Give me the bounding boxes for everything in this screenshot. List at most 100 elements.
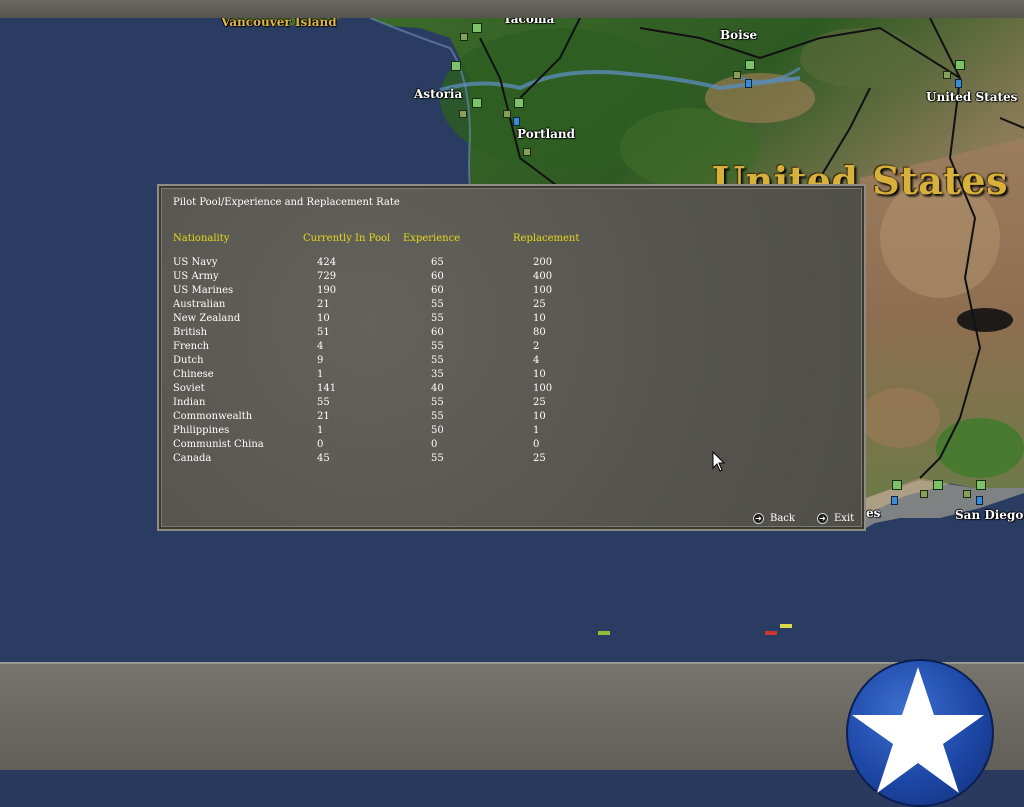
table-cell-replacement: 1: [533, 425, 540, 436]
table-cell-pool: 1: [317, 425, 324, 436]
unit-marker[interactable]: [514, 98, 524, 108]
table-cell-experience: 55: [431, 453, 444, 464]
map-label-tacoma: Tacoma: [503, 18, 555, 26]
port-marker[interactable]: [955, 79, 962, 88]
unit-marker[interactable]: [976, 480, 986, 490]
table-cell-replacement: 25: [533, 397, 546, 408]
column-header-nationality: Nationality: [173, 233, 230, 244]
map-label-astoria: Astoria: [414, 87, 463, 101]
table-cell-replacement: 100: [533, 285, 553, 296]
table-cell-replacement: 80: [533, 327, 546, 338]
port-marker[interactable]: [745, 79, 752, 88]
pilot-pool-dialog: Pilot Pool/Experience and Replacement Ra…: [157, 184, 866, 531]
table-cell-nationality: French: [173, 341, 210, 352]
base-marker[interactable]: [459, 110, 467, 118]
table-cell-nationality: US Navy: [173, 257, 218, 268]
base-marker[interactable]: [460, 33, 468, 41]
table-cell-experience: 55: [431, 355, 444, 366]
table-cell-nationality: Australian: [173, 299, 226, 310]
table-cell-nationality: US Marines: [173, 285, 234, 296]
ship-icon[interactable]: [780, 624, 792, 628]
table-cell-pool: 21: [317, 299, 330, 310]
back-button-label: Back: [770, 513, 795, 524]
table-cell-pool: 51: [317, 327, 330, 338]
base-marker[interactable]: [920, 490, 928, 498]
unit-marker[interactable]: [451, 61, 461, 71]
table-cell-nationality: Chinese: [173, 369, 214, 380]
table-cell-replacement: 400: [533, 271, 553, 282]
table-cell-replacement: 0: [533, 439, 540, 450]
table-cell-nationality: Indian: [173, 397, 206, 408]
back-button[interactable]: ➔ Back: [753, 513, 795, 524]
base-marker[interactable]: [943, 71, 951, 79]
base-marker[interactable]: [733, 71, 741, 79]
map-label-united-states: United States: [926, 90, 1018, 104]
unit-marker[interactable]: [955, 60, 965, 70]
table-cell-pool: 190: [317, 285, 337, 296]
table-cell-nationality: Communist China: [173, 439, 264, 450]
base-marker[interactable]: [963, 490, 971, 498]
table-cell-experience: 55: [431, 341, 444, 352]
map-label-los-angeles-fragment: es: [866, 506, 881, 520]
table-cell-experience: 55: [431, 397, 444, 408]
top-bar: [0, 0, 1024, 19]
table-cell-experience: 60: [431, 271, 444, 282]
table-cell-pool: 55: [317, 397, 330, 408]
column-header-pool: Currently In Pool: [303, 233, 391, 244]
unit-marker[interactable]: [472, 23, 482, 33]
table-cell-experience: 35: [431, 369, 444, 380]
base-marker[interactable]: [503, 110, 511, 118]
map-label-portland: Portland: [517, 127, 576, 141]
table-cell-replacement: 25: [533, 299, 546, 310]
table-cell-nationality: Dutch: [173, 355, 204, 366]
unit-marker[interactable]: [892, 480, 902, 490]
arrow-right-icon: ➔: [753, 513, 764, 524]
table-cell-pool: 0: [317, 439, 324, 450]
exit-button-label: Exit: [834, 513, 855, 524]
port-marker[interactable]: [513, 117, 520, 126]
table-cell-experience: 40: [431, 383, 444, 394]
table-cell-pool: 10: [317, 313, 330, 324]
table-cell-replacement: 4: [533, 355, 540, 366]
table-cell-experience: 65: [431, 257, 444, 268]
port-marker[interactable]: [976, 496, 983, 505]
arrow-right-icon: ➔: [817, 513, 828, 524]
table-cell-experience: 55: [431, 313, 444, 324]
ship-icon[interactable]: [598, 631, 610, 635]
table-cell-experience: 0: [431, 439, 438, 450]
table-cell-nationality: Soviet: [173, 383, 205, 394]
table-cell-experience: 55: [431, 411, 444, 422]
unit-marker[interactable]: [472, 98, 482, 108]
exit-button[interactable]: ➔ Exit: [817, 513, 854, 524]
table-cell-replacement: 100: [533, 383, 553, 394]
base-marker[interactable]: [523, 148, 531, 156]
table-cell-pool: 141: [317, 383, 337, 394]
table-cell-replacement: 10: [533, 313, 546, 324]
unit-marker[interactable]: [933, 480, 943, 490]
table-cell-nationality: Commonwealth: [173, 411, 253, 422]
table-cell-nationality: Philippines: [173, 425, 230, 436]
table-cell-pool: 729: [317, 271, 337, 282]
table-cell-replacement: 10: [533, 411, 546, 422]
table-cell-replacement: 10: [533, 369, 546, 380]
table-cell-nationality: New Zealand: [173, 313, 241, 324]
map-label-vancouver: Vancouver Island: [221, 18, 337, 29]
table-cell-replacement: 25: [533, 453, 546, 464]
table-cell-pool: 21: [317, 411, 330, 422]
table-cell-pool: 1: [317, 369, 324, 380]
table-cell-experience: 55: [431, 299, 444, 310]
table-cell-replacement: 2: [533, 341, 540, 352]
ship-icon[interactable]: [765, 631, 777, 635]
table-cell-replacement: 200: [533, 257, 553, 268]
unit-marker[interactable]: [745, 60, 755, 70]
column-header-replacement: Replacement: [513, 233, 580, 244]
map-label-san-diego: San Diego: [955, 508, 1024, 522]
table-cell-experience: 50: [431, 425, 444, 436]
port-marker[interactable]: [891, 496, 898, 505]
table-cell-pool: 45: [317, 453, 330, 464]
table-cell-pool: 9: [317, 355, 324, 366]
table-cell-nationality: British: [173, 327, 208, 338]
map-label-boise: Boise: [720, 28, 758, 42]
table-cell-pool: 424: [317, 257, 337, 268]
table-cell-pool: 4: [317, 341, 324, 352]
